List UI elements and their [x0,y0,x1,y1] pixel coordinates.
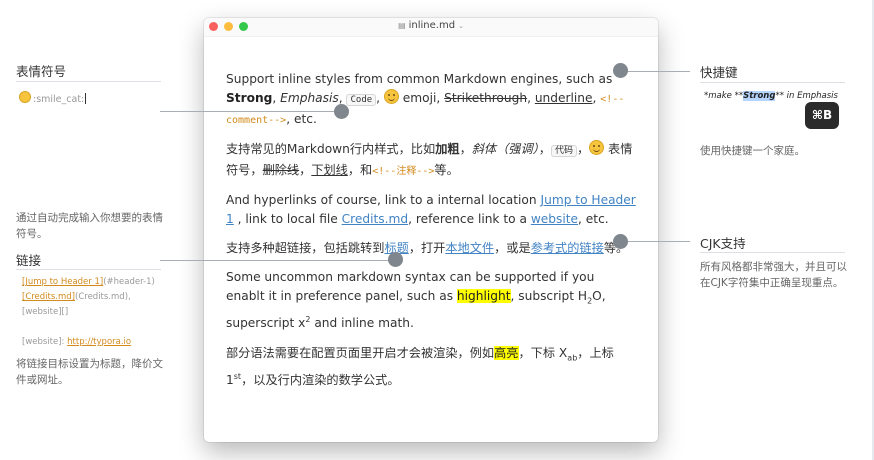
editor-window: ▤ inline.md ⌄ Support inline styles from c… [204,18,658,442]
text: ， [459,142,472,156]
text: 等。 [434,163,459,177]
strong-text: 加粗 [435,142,460,156]
window-title-text: inline.md [408,20,456,31]
text: Support inline styles from common Markdo… [226,72,613,86]
link-definition-label: [website]: [22,337,68,347]
paragraph-inline-styles: Support inline styles from common Markdo… [226,70,636,130]
hotspot-dot-shortcut[interactable] [613,63,628,78]
text: 支持常见的Markdown行内样式，比如 [226,142,436,156]
connector-emoji [160,111,342,112]
connector-shortcut [620,71,690,72]
strong-text: Strong [226,91,273,105]
text: 部分语法需要在配置页面里开启才会被渲染，例如 [226,345,495,360]
cat-emoji-icon [19,91,31,103]
hotspot-dot-emoji[interactable] [334,104,349,119]
command-b-key-icon: ⌘B [805,102,839,129]
inline-code: 代码 [550,145,577,157]
subscript: ab [567,352,578,362]
emphasis-text: Emphasis [280,91,339,105]
highlight-text: highlight [456,289,511,303]
underline-text: underline [534,91,593,105]
text: ， [299,163,312,177]
text-caret [85,93,87,104]
emoji-shortcode: :smile_cat: [33,94,85,105]
text: ，下标 X [518,345,568,360]
text: ，或是 [494,241,531,255]
link-definition-url: http://typora.io [67,337,132,347]
highlight-text: 高亮 [494,345,519,360]
shortcut-section-title: 快捷键 [700,65,738,80]
autocomplete-description: 通过自动完成输入你想要的表情符号。 [16,212,163,240]
paragraph-hyperlinks-cn: 支持多种超链接，包括跳转到标题，打开本地文件，或是参考式的链接等。 [226,239,636,258]
chevron-down-icon: ⌄ [458,22,464,30]
text: emoji, [398,91,445,105]
paragraph-hyperlinks: And hyperlinks of course, link to a inte… [226,191,636,229]
shortcut-demo-suffix: ** in Emphasis [775,91,838,101]
smile-emoji-icon [589,140,605,155]
paragraph-inline-styles-cn: 支持常见的Markdown行内样式，比如加粗，斜体（强调）， 代码， 表情符号，删… [226,140,636,181]
inline-code: Code [346,94,377,106]
text: ， [576,142,590,156]
document-icon: ▤ [398,21,406,30]
link-website[interactable]: website [531,212,578,226]
text: , subscript H [510,289,588,303]
shortcut-demo-selection: Strong [743,91,776,101]
emoji-divider [16,81,161,82]
link-syntax-demo: [Jump to Header 1](#header-1) [Credits.m… [22,275,167,320]
text: , reference link to a [408,212,531,226]
emphasis-text: 斜体（强调） [471,142,539,156]
document-content[interactable]: Support inline styles from common Markdo… [226,70,636,400]
link-credits-file[interactable]: Credits.md [342,212,408,226]
hotspot-dot-cjk[interactable] [613,234,628,249]
paragraph-extended-syntax-cn: 部分语法需要在配置页面里开启才会被渲染，例如高亮，下标 Xab，上标 1st，以… [226,344,636,391]
text: and inline math. [310,316,414,331]
text: , [272,91,281,105]
shortcut-description: 使用快捷键一个家庭。 [700,145,805,157]
link-demo-text: [Credits.md] [22,292,76,302]
connector-cjk [620,241,690,242]
text: 支持多种超链接，包括跳转到 [226,241,385,255]
title-bar: ▤ inline.md ⌄ [204,18,658,37]
hotspot-dot-links[interactable] [388,252,403,267]
window-title[interactable]: ▤ inline.md ⌄ [204,20,658,31]
strikethrough-text: Strikethrough [444,91,528,105]
shortcut-demo-prefix: *make ** [704,91,744,101]
underline-text: 下划线 [311,163,348,177]
link-local-file[interactable]: 本地文件 [445,241,494,255]
emoji-demo: :smile_cat: [19,91,87,107]
cjk-description: 所有风格都非常强大，并且可以在CJK字符集中正确呈现重点。 [700,261,847,289]
link-demo-target: (#header-1) [103,277,155,287]
html-comment: <!--注释--> [372,166,435,177]
text: And hyperlinks of course, link to a inte… [226,193,541,207]
links-section-title: 链接 [16,253,42,268]
links-divider [16,269,161,270]
text: ，打开 [408,241,446,255]
links-description: 将链接目标设置为标题，降价文件或网址。 [16,358,163,386]
link-definition-demo: [website]: http://typora.io [22,335,131,350]
emoji-section-title: 表情符号 [16,64,67,79]
connector-links [160,260,396,261]
text: , link to local file [233,212,342,226]
text: , [376,91,384,105]
text: ，和 [347,163,373,177]
text: ， [538,142,551,156]
link-demo-text: [Jump to Header 1] [22,277,104,287]
link-demo-target: (Credits.md), [75,292,131,302]
link-demo-reference: [website][] [22,307,69,317]
text: , etc. [578,212,609,226]
text: , etc. [286,112,317,126]
text: ，以及行内渲染的数学公式。 [241,373,400,387]
paragraph-extended-syntax: Some uncommon markdown syntax can be sup… [226,268,636,334]
shortcut-demo: *make **Strong** in Emphasis [704,91,838,101]
cjk-section-title: CJK支持 [700,236,746,251]
text: , [527,91,535,105]
cjk-divider [700,252,845,253]
smile-emoji-icon [383,89,399,104]
shortcut-divider [700,82,845,83]
strikethrough-text: 删除线 [262,163,300,177]
link-reference[interactable]: 参考式的链接 [531,241,604,255]
superscript: st [233,371,242,381]
